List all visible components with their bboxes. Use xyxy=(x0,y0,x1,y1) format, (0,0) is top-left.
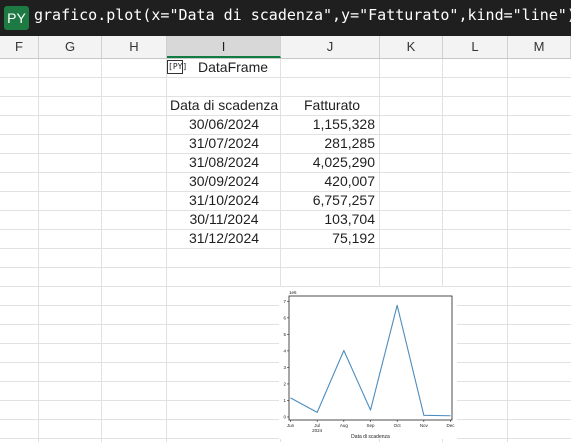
header-date[interactable]: Data di scadenza xyxy=(170,96,278,115)
line-chart-image[interactable]: 0 1 2 3 4 5 6 7 1e6 Jun Jul Aug Sep Oct Nov Dec 2024 Data… xyxy=(279,287,457,439)
x-axis-label: Data di scadenza xyxy=(351,434,390,439)
x-tick-label: Nov xyxy=(420,423,429,428)
header-revenue[interactable]: Fatturato xyxy=(304,96,360,115)
table-row-revenue[interactable]: 75,192 xyxy=(281,229,375,248)
column-header-l[interactable]: L xyxy=(443,36,508,58)
table-row-revenue[interactable]: 6,757,257 xyxy=(281,191,375,210)
y-tick-label: 5 xyxy=(283,332,286,337)
column-header-row: F G H I J K L M xyxy=(0,36,571,59)
table-row-date[interactable]: 30/09/2024 xyxy=(167,172,281,191)
table-row-date[interactable]: 31/08/2024 xyxy=(167,153,281,172)
y-tick-label: 2 xyxy=(283,382,286,387)
y-tick-label: 4 xyxy=(283,348,286,353)
table-row-revenue[interactable]: 281,285 xyxy=(281,134,375,153)
formula-input[interactable]: grafico.plot(x="Data di scadenza",y="Fat… xyxy=(34,6,571,30)
table-row-revenue[interactable]: 4,025,290 xyxy=(281,153,375,172)
x-tick-label: Sep xyxy=(366,423,375,428)
column-header-h[interactable]: H xyxy=(102,36,167,58)
table-row-revenue[interactable]: 1,155,328 xyxy=(281,115,375,134)
column-header-j[interactable]: J xyxy=(281,36,380,58)
x-year-label: 2024 xyxy=(312,428,323,433)
table-row-date[interactable]: 30/06/2024 xyxy=(167,115,281,134)
python-badge[interactable]: PY xyxy=(4,6,29,30)
dataframe-label[interactable]: DataFrame xyxy=(198,58,268,77)
table-row-date[interactable]: 31/07/2024 xyxy=(167,134,281,153)
table-row-date[interactable]: 31/12/2024 xyxy=(167,229,281,248)
python-cell-icon[interactable]: [PY] xyxy=(167,60,187,74)
column-header-f[interactable]: F xyxy=(0,36,39,58)
column-header-k[interactable]: K xyxy=(380,36,443,58)
table-row-date[interactable]: 31/10/2024 xyxy=(167,191,281,210)
y-tick-label: 0 xyxy=(283,415,286,420)
x-tick-label: Dec xyxy=(446,423,455,428)
line-chart: 012345671e6Jun Jul Aug Sep Oct Nov Dec2024Data… xyxy=(283,290,455,439)
x-tick-label: Oct xyxy=(394,423,402,428)
table-row-revenue[interactable]: 420,007 xyxy=(281,172,375,191)
y-tick-label: 1 xyxy=(283,398,286,403)
series-line xyxy=(290,304,451,417)
column-header-g[interactable]: G xyxy=(39,36,102,58)
plot-frame xyxy=(288,295,453,421)
y-tick-label: 3 xyxy=(283,365,286,370)
column-header-m[interactable]: M xyxy=(508,36,571,58)
column-header-i[interactable]: I xyxy=(167,36,281,58)
y-tick-label: 7 xyxy=(283,299,286,304)
y-tick-label: 6 xyxy=(283,315,286,320)
table-row-date[interactable]: 30/11/2024 xyxy=(167,210,281,229)
y-offset-label: 1e6 xyxy=(289,290,297,295)
table-row-revenue[interactable]: 103,704 xyxy=(281,210,375,229)
x-tick-label: Aug xyxy=(340,423,349,428)
x-tick-label: Jun xyxy=(287,423,295,428)
formula-bar: PY grafico.plot(x="Data di scadenza",y="… xyxy=(0,0,571,36)
